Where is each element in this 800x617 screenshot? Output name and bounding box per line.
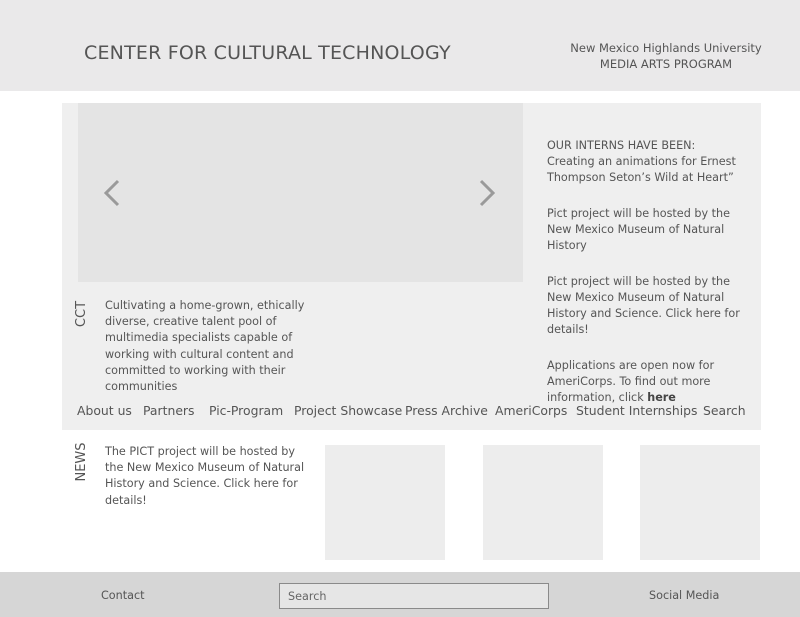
site-header: CENTER FOR CULTURAL TECHNOLOGY New Mexic… (0, 0, 800, 91)
footer-social-media-link[interactable]: Social Media (649, 589, 719, 602)
nav-partners[interactable]: Partners (143, 403, 195, 418)
university-block: New Mexico Highlands University MEDIA AR… (556, 40, 776, 72)
interns-item: Creating an animations for Ernest Thomps… (547, 155, 736, 184)
nav-pic-program[interactable]: Pic-Program (209, 403, 283, 418)
mission-statement: Cultivating a home-grown, ethically dive… (105, 299, 305, 394)
interns-heading: OUR INTERNS HAVE BEEN: (547, 139, 696, 152)
americorps-text: Applications are open now for AmeriCorps… (547, 359, 715, 404)
carousel-next-button[interactable] (467, 173, 507, 213)
university-name: New Mexico Highlands University (570, 41, 762, 55)
image-carousel (78, 103, 523, 282)
news-thumbnail[interactable] (483, 445, 603, 560)
site-title[interactable]: CENTER FOR CULTURAL TECHNOLOGY (84, 42, 451, 64)
interns-item: Pict project will be hosted by the New M… (547, 275, 740, 336)
chevron-right-icon (479, 179, 496, 207)
interns-item: Pict project will be hosted by the New M… (547, 207, 730, 252)
news-thumbnail[interactable] (640, 445, 760, 560)
nav-search[interactable]: Search (703, 403, 746, 418)
cct-label: CCT (74, 300, 89, 328)
chevron-left-icon (103, 179, 120, 207)
footer-search-input[interactable] (279, 583, 549, 609)
interns-panel: OUR INTERNS HAVE BEEN: Creating an anima… (547, 138, 757, 426)
nav-about-us[interactable]: About us (77, 403, 132, 418)
footer-contact-link[interactable]: Contact (101, 589, 145, 602)
news-text[interactable]: The PICT project will be hosted by the N… (105, 444, 305, 509)
site-footer: Contact Social Media (0, 572, 800, 617)
program-name: MEDIA ARTS PROGRAM (599, 57, 733, 71)
carousel-prev-button[interactable] (92, 173, 132, 213)
nav-press-archive[interactable]: Press Archive (405, 403, 488, 418)
news-label: NEWS (74, 442, 89, 482)
nav-student-internships[interactable]: Student Internships (576, 403, 698, 418)
interns-item-americorps: Applications are open now for AmeriCorps… (547, 358, 757, 406)
news-thumbnail[interactable] (325, 445, 445, 560)
nav-project-showcase[interactable]: Project Showcase (294, 403, 402, 418)
nav-americorps[interactable]: AmeriCorps (495, 403, 567, 418)
